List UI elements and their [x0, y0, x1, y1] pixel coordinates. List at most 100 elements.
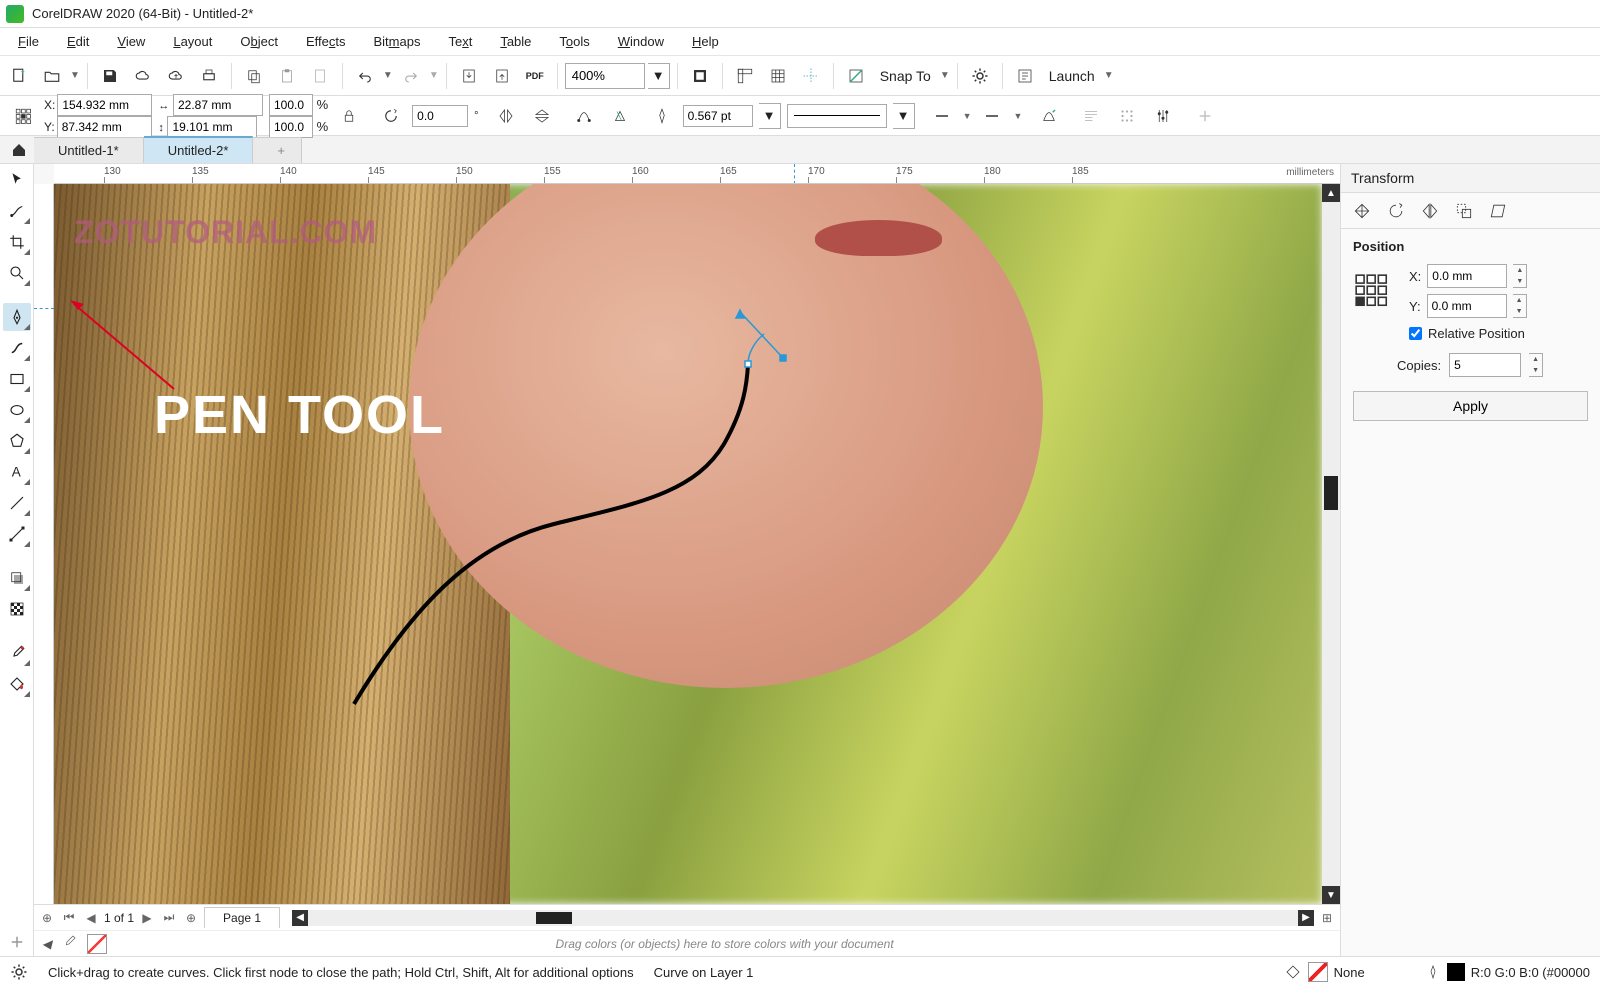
- navigator-popup-icon[interactable]: ⊞: [1318, 909, 1336, 927]
- export-button[interactable]: [487, 61, 517, 91]
- line-style-select[interactable]: [787, 104, 887, 128]
- quick-customize-button[interactable]: [3, 928, 31, 956]
- menu-text[interactable]: Text: [434, 30, 486, 53]
- artistic-media-tool[interactable]: [3, 334, 31, 362]
- pos-y-spinner[interactable]: ▲▼: [1513, 294, 1527, 318]
- transform-position-tab[interactable]: [1349, 198, 1375, 224]
- transform-mirror-tab[interactable]: [1417, 198, 1443, 224]
- zoom-tool[interactable]: [3, 259, 31, 287]
- tab-add[interactable]: +: [253, 137, 302, 163]
- redo-button[interactable]: [396, 61, 426, 91]
- snap-off-button[interactable]: [841, 61, 871, 91]
- parallel-dim-tool[interactable]: [3, 489, 31, 517]
- undo-button[interactable]: [350, 61, 380, 91]
- autoclose-button[interactable]: [569, 101, 599, 131]
- zoom-dropdown[interactable]: ▼: [648, 63, 670, 89]
- menu-table[interactable]: Table: [486, 30, 545, 53]
- copy-button[interactable]: [239, 61, 269, 91]
- import-button[interactable]: [454, 61, 484, 91]
- pen-curve[interactable]: [54, 184, 1154, 884]
- page-first[interactable]: ⏮: [60, 909, 78, 927]
- outline-width-input[interactable]: [683, 105, 753, 127]
- scroll-down-button[interactable]: ▼: [1322, 886, 1340, 904]
- scroll-up-button[interactable]: ▲: [1322, 184, 1340, 202]
- copies-spinner[interactable]: ▲▼: [1529, 353, 1543, 377]
- rectangle-tool[interactable]: [3, 365, 31, 393]
- pdf-button[interactable]: PDF: [520, 61, 550, 91]
- transform-size-tab[interactable]: [1451, 198, 1477, 224]
- pos-y-input[interactable]: [1427, 294, 1507, 318]
- drop-shadow-tool[interactable]: [3, 564, 31, 592]
- y-pos-input[interactable]: [57, 116, 152, 138]
- guides-button[interactable]: [796, 61, 826, 91]
- x-pos-input[interactable]: [57, 94, 152, 116]
- menu-effects[interactable]: Effects: [292, 30, 360, 53]
- lock-ratio-button[interactable]: [334, 101, 364, 131]
- apply-button[interactable]: Apply: [1353, 391, 1588, 421]
- menu-bitmaps[interactable]: Bitmaps: [359, 30, 434, 53]
- start-arrow-select[interactable]: [927, 101, 957, 131]
- page-tab-1[interactable]: Page 1: [204, 907, 280, 928]
- fill-swatch[interactable]: [1308, 962, 1328, 982]
- pen-tool[interactable]: [3, 303, 31, 331]
- menu-edit[interactable]: Edit: [53, 30, 103, 53]
- shape-tool[interactable]: [3, 197, 31, 225]
- cloud-button[interactable]: [128, 61, 158, 91]
- anchor-grid-icon[interactable]: [1353, 272, 1391, 310]
- crop-tool[interactable]: [3, 228, 31, 256]
- snap-to-label[interactable]: Snap To: [874, 68, 937, 84]
- tab-untitled-1[interactable]: Untitled-1*: [34, 137, 144, 163]
- gear-icon[interactable]: [10, 963, 28, 981]
- add-button[interactable]: [1190, 101, 1220, 131]
- transform-skew-tab[interactable]: [1485, 198, 1511, 224]
- rulers-button[interactable]: [730, 61, 760, 91]
- mirror-v-button[interactable]: [527, 101, 557, 131]
- paste-button[interactable]: [272, 61, 302, 91]
- page-add-icon[interactable]: ⊕: [38, 909, 56, 927]
- eyedropper-tool[interactable]: [3, 639, 31, 667]
- scroll-v-thumb[interactable]: [1324, 476, 1338, 510]
- page-prev[interactable]: ◀: [82, 909, 100, 927]
- open-button[interactable]: [37, 61, 67, 91]
- scroll-h-thumb[interactable]: [536, 912, 572, 924]
- relative-position-checkbox[interactable]: [1409, 327, 1422, 340]
- preview-mode-button[interactable]: [605, 101, 635, 131]
- mirror-h-button[interactable]: [491, 101, 521, 131]
- object-origin-icon[interactable]: [8, 101, 38, 131]
- palette-left-arrow[interactable]: ◀: [42, 937, 51, 951]
- new-doc-button[interactable]: +: [4, 61, 34, 91]
- page-last[interactable]: ⏭: [160, 909, 178, 927]
- grid-button[interactable]: [763, 61, 793, 91]
- fullscreen-button[interactable]: [685, 61, 715, 91]
- outline-width-dropdown[interactable]: ▼: [759, 103, 781, 129]
- scrollbar-horizontal[interactable]: ◀ ▶: [292, 910, 1314, 926]
- menu-object[interactable]: Object: [226, 30, 292, 53]
- no-fill-swatch[interactable]: [87, 934, 107, 954]
- menu-window[interactable]: Window: [604, 30, 678, 53]
- copies-input[interactable]: [1449, 353, 1521, 377]
- polygon-tool[interactable]: [3, 427, 31, 455]
- height-input[interactable]: [167, 116, 257, 138]
- home-tab-icon[interactable]: [4, 137, 34, 163]
- outline-swatch[interactable]: [1447, 963, 1465, 981]
- line-style-dropdown[interactable]: ▼: [893, 103, 915, 129]
- connector-tool[interactable]: [3, 520, 31, 548]
- canvas[interactable]: ZOTUTORIAL.COM PEN TOOL: [54, 184, 1322, 904]
- menu-help[interactable]: Help: [678, 30, 733, 53]
- pos-x-spinner[interactable]: ▲▼: [1513, 264, 1527, 288]
- menu-layout[interactable]: Layout: [159, 30, 226, 53]
- launch-label[interactable]: Launch: [1043, 68, 1101, 84]
- pos-x-input[interactable]: [1427, 264, 1507, 288]
- scrollbar-vertical[interactable]: ▲ ▼: [1322, 184, 1340, 904]
- save-button[interactable]: [95, 61, 125, 91]
- scroll-left-button[interactable]: ◀: [292, 910, 308, 926]
- scale-y-input[interactable]: [269, 116, 313, 138]
- palette-eyedropper-icon[interactable]: [61, 934, 77, 953]
- options-button[interactable]: [965, 61, 995, 91]
- text-tool[interactable]: A: [3, 458, 31, 486]
- scroll-right-button[interactable]: ▶: [1298, 910, 1314, 926]
- ellipse-tool[interactable]: [3, 396, 31, 424]
- page-add-after-icon[interactable]: ⊕: [182, 909, 200, 927]
- object-props-button[interactable]: [1148, 101, 1178, 131]
- menu-tools[interactable]: Tools: [545, 30, 603, 53]
